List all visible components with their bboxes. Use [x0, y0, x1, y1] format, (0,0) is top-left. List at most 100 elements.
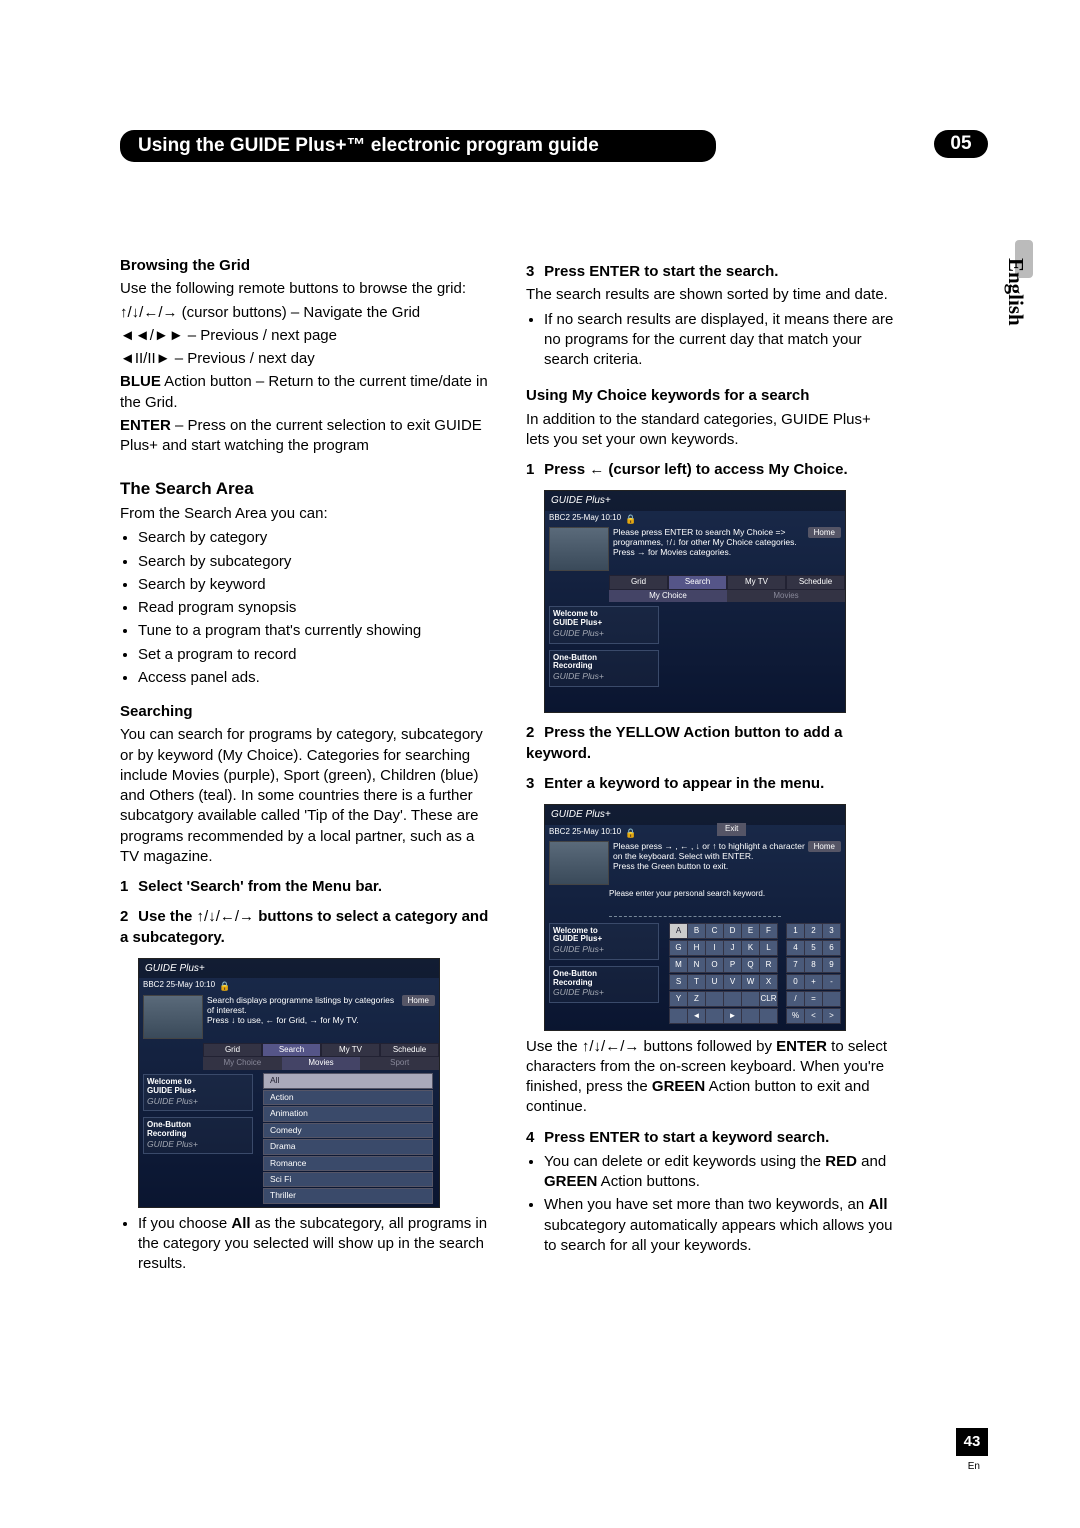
kb-key: C	[705, 923, 724, 939]
kb-key: K	[741, 940, 760, 956]
heading-mychoice: Using My Choice keywords for a search	[526, 386, 896, 406]
page-locale: En	[968, 1461, 980, 1472]
kb-arrow-key	[705, 1008, 724, 1024]
tab-schedule: Schedule	[380, 1043, 439, 1058]
kb-key: 9	[822, 957, 841, 973]
note-all: If you choose All as the subcategory, al…	[138, 1214, 490, 1275]
step-3-search: 3 Press ENTER to start the search.	[526, 262, 896, 282]
mychoice-para: In addition to the standard categories, …	[526, 410, 896, 451]
kb-key: +	[804, 974, 823, 990]
kb-key: Z	[687, 991, 706, 1007]
kb-key	[741, 991, 760, 1007]
mock-status: BBC2 25-May 10:10	[549, 827, 621, 838]
heading-browsing: Browsing the Grid	[120, 256, 490, 276]
nav-day-line: ◄II/II► – Previous / next day	[120, 349, 490, 369]
chapter-number: 05	[934, 130, 988, 158]
kb-key: P	[723, 957, 742, 973]
kb-key: 2	[804, 923, 823, 939]
step-3-enter-keyword: 3 Enter a keyword to appear in the menu.	[526, 774, 896, 794]
right-column: 3 Press ENTER to start the search. The s…	[526, 252, 896, 1279]
kb-key: Q	[741, 957, 760, 973]
kb-key: A	[669, 923, 688, 939]
kb-key: I	[705, 940, 724, 956]
bullet-all-subcat: When you have set more than two keywords…	[544, 1195, 896, 1256]
list-item: Romance	[263, 1156, 433, 1171]
kb-key: U	[705, 974, 724, 990]
bullet-red-green: You can delete or edit keywords using th…	[544, 1152, 896, 1193]
lock-icon: 🔒	[219, 980, 230, 992]
step-1: 1 Select 'Search' from the Menu bar.	[120, 877, 490, 897]
heading-search-area: The Search Area	[120, 478, 490, 501]
rewind-fwd-icons: ◄◄/►►	[120, 327, 184, 344]
home-button: Home	[808, 841, 841, 853]
subtab-mychoice: My Choice	[203, 1057, 282, 1070]
kb-key: /	[786, 991, 805, 1007]
kb-key: 6	[822, 940, 841, 956]
keyboard-letters: ABCDEFGHIJKLMNOPQRSTUVWXYZ CLR ◄ ►	[669, 923, 776, 1024]
kb-key: CLR	[759, 991, 778, 1007]
guide-screenshot-search-categories: GUIDE Plus+ BBC2 25-May 10:10 🔒 Home Sea…	[138, 958, 440, 1208]
arrow-icons: ↑/↓/←/→	[197, 908, 255, 925]
search-area-list: Search by category Search by subcategory…	[138, 528, 490, 688]
kb-key: M	[669, 957, 688, 973]
kb-key: B	[687, 923, 706, 939]
section-header: Using the GUIDE Plus+™ electronic progra…	[120, 130, 716, 162]
subtab-movies: Movies	[282, 1057, 361, 1070]
tab-grid: Grid	[203, 1043, 262, 1058]
list-item: Search by keyword	[138, 575, 490, 595]
kb-key: -	[822, 974, 841, 990]
kb-key: 1	[786, 923, 805, 939]
language-indicator: English	[1003, 258, 1028, 326]
kb-key: E	[741, 923, 760, 939]
list-item: Comedy	[263, 1123, 433, 1138]
note-list: If you choose All as the subcategory, al…	[138, 1214, 490, 1275]
kb-key: 0	[786, 974, 805, 990]
arrow-icons: ↑/↓/←/→	[120, 304, 178, 321]
kb-arrow-key	[759, 1008, 778, 1024]
arrow-icons: ↑/↓/←/→	[582, 1038, 640, 1055]
mock-logo: GUIDE Plus+	[545, 805, 845, 825]
guide-screenshot-keyboard: GUIDE Plus+ BBC2 25-May 10:10 🔒 Exit Hom…	[544, 804, 846, 1030]
list-item: Search by category	[138, 528, 490, 548]
kb-key: G	[669, 940, 688, 956]
subtab-movies: Movies	[727, 590, 845, 603]
kb-key: 5	[804, 940, 823, 956]
kb-key: Y	[669, 991, 688, 1007]
kb-key: 3	[822, 923, 841, 939]
kb-key: J	[723, 940, 742, 956]
kb-key: W	[741, 974, 760, 990]
keyboard-prompt: Please enter your personal search keywor…	[545, 887, 845, 904]
browsing-intro: Use the following remote buttons to brow…	[120, 279, 490, 299]
home-button: Home	[808, 527, 841, 539]
searching-para: You can search for programs by category,…	[120, 725, 490, 867]
kb-key: <	[804, 1008, 823, 1024]
enter-button-line: ENTER – Press on the current selection t…	[120, 416, 490, 457]
keyboard-numbers: 1234567890+-/= %<>	[786, 923, 839, 1024]
step-2: 2 Use the ↑/↓/←/→ buttons to select a ca…	[120, 907, 490, 948]
kb-key: %	[786, 1008, 805, 1024]
kb-key: H	[687, 940, 706, 956]
kb-key: V	[723, 974, 742, 990]
kb-key	[822, 991, 841, 1007]
mock-thumbnail	[549, 527, 609, 571]
mock-thumbnail	[549, 841, 609, 885]
kb-key: =	[804, 991, 823, 1007]
list-item: Set a program to record	[138, 645, 490, 665]
tab-search: Search	[262, 1043, 321, 1058]
list-item: Access panel ads.	[138, 668, 490, 688]
step-4-keyword-search: 4 Press ENTER to start a keyword search.	[526, 1128, 896, 1148]
kb-arrow-key: ◄	[687, 1008, 706, 1024]
kb-key: X	[759, 974, 778, 990]
exit-button: Exit	[717, 823, 746, 836]
mock-thumbnail	[143, 995, 203, 1039]
list-item: Tune to a program that's currently showi…	[138, 621, 490, 641]
heading-searching: Searching	[120, 702, 490, 722]
left-column: Browsing the Grid Use the following remo…	[120, 252, 490, 1279]
lock-icon: 🔒	[625, 827, 636, 839]
list-item: Read program synopsis	[138, 598, 490, 618]
kb-key: O	[705, 957, 724, 973]
list-item: Search by subcategory	[138, 552, 490, 572]
nav-page-line: ◄◄/►► – Previous / next page	[120, 326, 490, 346]
kb-arrow-key	[741, 1008, 760, 1024]
list-item: Action	[263, 1090, 433, 1105]
